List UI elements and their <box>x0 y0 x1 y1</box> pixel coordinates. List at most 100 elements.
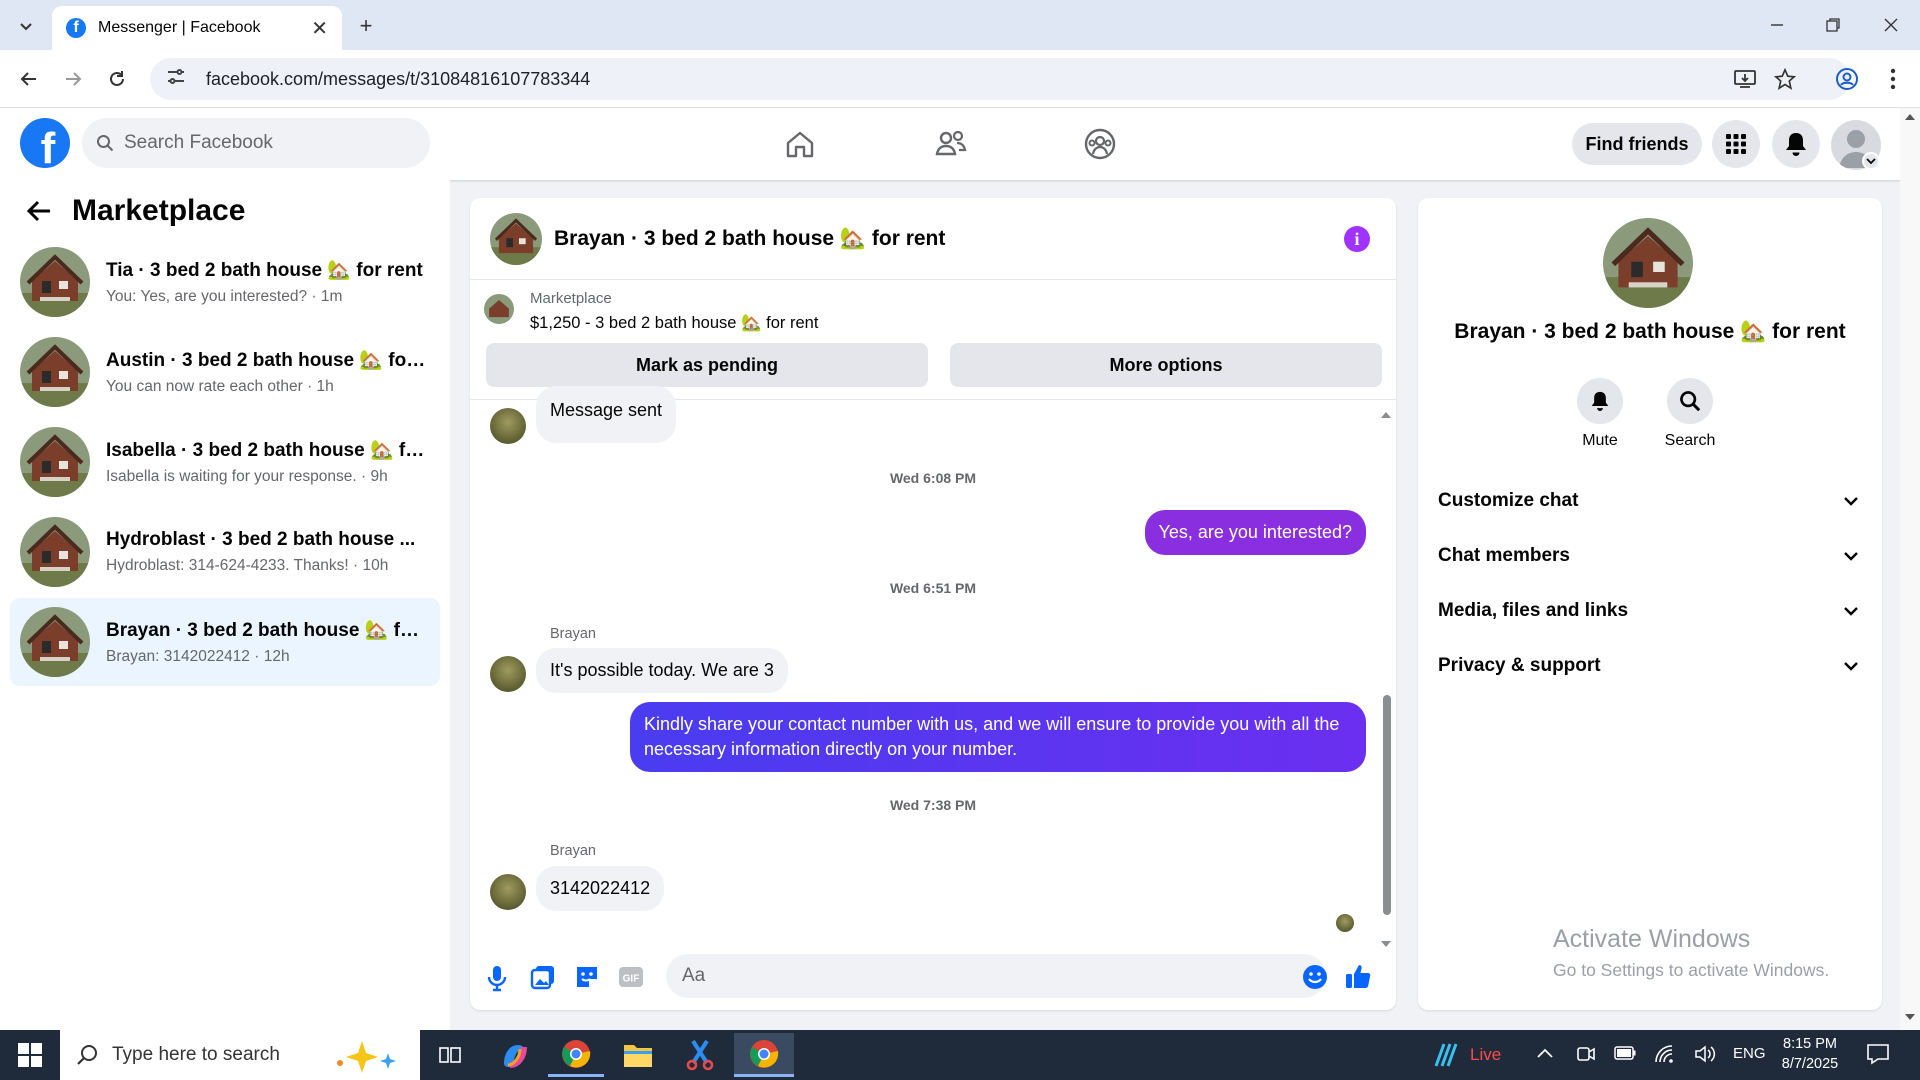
info-thumbnail[interactable] <box>1603 218 1693 308</box>
live-label: Live <box>1470 1045 1502 1064</box>
seen-receipt-avatar <box>1336 914 1354 932</box>
conversation-preview: Isabella is waiting for your response. ·… <box>106 468 388 485</box>
listing-thumbnail <box>20 517 90 587</box>
restore-icon[interactable] <box>1818 10 1848 40</box>
notification-center-icon[interactable] <box>1866 1042 1890 1071</box>
volume-icon[interactable] <box>1694 1044 1718 1069</box>
search-icon <box>76 1044 98 1066</box>
photo-icon[interactable] <box>530 964 556 995</box>
sender-name: Brayan <box>550 843 596 859</box>
conversation-item[interactable]: Tia · 3 bed 2 bath house 🏡 for rent You:… <box>10 238 440 326</box>
page-scrollbar[interactable] <box>1900 108 1920 1030</box>
chat-pane: Brayan · 3 bed 2 bath house 🏡 for rent i… <box>470 198 1396 1010</box>
conversation-name: Tia · 3 bed 2 bath house 🏡 for rent <box>106 260 423 281</box>
message-bubble-outgoing[interactable]: Yes, are you interested? <box>1144 510 1366 556</box>
message-bubble-incoming[interactable]: Message sent <box>536 386 677 444</box>
account-chevron-icon[interactable] <box>1862 152 1880 170</box>
listing-title[interactable]: $1,250 - 3 bed 2 bath house 🏡 for rent <box>530 314 818 333</box>
meet-now-icon[interactable] <box>1576 1044 1596 1069</box>
chat-title[interactable]: Brayan · 3 bed 2 bath house 🏡 for rent <box>554 227 945 251</box>
chrome-active-app-icon[interactable] <box>734 1033 794 1077</box>
address-bar[interactable]: facebook.com/messages/t/3108481610778334… <box>150 58 1850 100</box>
network-icon[interactable] <box>1654 1044 1676 1069</box>
back-arrow-icon[interactable] <box>26 199 52 223</box>
search-label[interactable]: Search <box>1650 432 1730 450</box>
weather-live-widget[interactable]: Live <box>1430 1040 1501 1070</box>
gif-icon[interactable]: GIF <box>618 966 644 993</box>
listing-thumbnail <box>20 247 90 317</box>
groups-icon[interactable] <box>1080 124 1120 164</box>
close-window-icon[interactable] <box>1876 10 1906 40</box>
watermark-subtitle: Go to Settings to activate Windows. <box>1553 960 1830 980</box>
chat-scrollbar-thumb[interactable] <box>1383 695 1391 915</box>
home-icon[interactable] <box>780 124 820 164</box>
sender-avatar[interactable] <box>490 874 526 910</box>
forward-icon[interactable] <box>58 64 88 94</box>
notifications-bell-icon[interactable] <box>1772 120 1820 168</box>
taskbar-clock[interactable]: 8:15 PM 8/7/2025 <box>1770 1034 1850 1074</box>
reload-icon[interactable] <box>102 64 132 94</box>
chat-header: Brayan · 3 bed 2 bath house 🏡 for rent <box>470 198 1396 280</box>
privacy-support-item[interactable]: Privacy & support <box>1438 644 1858 688</box>
conversation-item[interactable]: Hydroblast · 3 bed 2 bath house ... Hydr… <box>10 508 440 596</box>
conversation-item[interactable]: Austin · 3 bed 2 bath house 🏡 for... You… <box>10 328 440 416</box>
site-info-icon[interactable] <box>166 68 188 91</box>
back-icon[interactable] <box>14 64 44 94</box>
like-thumbs-up-icon[interactable] <box>1344 962 1372 995</box>
install-app-icon[interactable] <box>1730 64 1760 94</box>
windows-start-icon[interactable] <box>18 1043 42 1072</box>
battery-icon[interactable] <box>1614 1046 1636 1065</box>
more-options-button[interactable]: More options <box>950 343 1382 387</box>
chat-members-item[interactable]: Chat members <box>1438 534 1858 578</box>
friends-icon[interactable] <box>931 124 971 164</box>
sticker-icon[interactable] <box>574 964 600 995</box>
taskbar-search-box[interactable]: Type here to search <box>60 1030 420 1080</box>
close-tab-icon[interactable]: ✕ <box>311 16 328 41</box>
find-friends-button[interactable]: Find friends <box>1572 123 1702 165</box>
file-explorer-icon[interactable] <box>610 1033 666 1077</box>
emoji-icon[interactable] <box>1302 964 1328 995</box>
facebook-search-input[interactable]: Search Facebook <box>82 118 430 168</box>
chrome-app-icon[interactable] <box>548 1033 604 1077</box>
message-input-placeholder: Aa <box>682 965 706 986</box>
profile-icon[interactable] <box>1832 64 1862 94</box>
search-conversation-icon[interactable] <box>1667 378 1713 424</box>
marketplace-header: Marketplace <box>26 194 245 228</box>
chat-thumbnail[interactable] <box>490 212 542 265</box>
media-files-links-item[interactable]: Media, files and links <box>1438 589 1858 633</box>
message-input[interactable]: Aa <box>666 954 1326 998</box>
mute-bell-icon[interactable] <box>1577 378 1623 424</box>
chevron-down-icon <box>1844 490 1858 512</box>
message-bubble-incoming[interactable]: It's possible today. We are 3 <box>536 648 788 694</box>
menu-grid-icon[interactable] <box>1712 120 1760 168</box>
copilot-app-icon[interactable] <box>486 1033 542 1077</box>
task-view-icon[interactable] <box>422 1033 478 1077</box>
browser-menu-icon[interactable] <box>1878 64 1908 94</box>
bookmark-star-icon[interactable] <box>1770 64 1800 94</box>
chat-info-pane: Brayan · 3 bed 2 bath house 🏡 for rent M… <box>1418 198 1882 1010</box>
customize-chat-item[interactable]: Customize chat <box>1438 479 1858 523</box>
message-bubble-incoming[interactable]: 3142022412 <box>536 866 665 912</box>
minimize-icon[interactable] <box>1762 10 1792 40</box>
new-tab-icon[interactable]: + <box>352 12 380 40</box>
message-bubble-outgoing[interactable]: Kindly share your contact number with us… <box>630 702 1366 773</box>
conversation-name: Austin · 3 bed 2 bath house 🏡 for... <box>106 350 426 371</box>
tab-list-chevron-icon[interactable] <box>12 12 40 40</box>
tray-chevron-up-icon[interactable] <box>1536 1046 1554 1064</box>
conversation-item[interactable]: Isabella · 3 bed 2 bath house 🏡 fo... Is… <box>10 418 440 506</box>
browser-tab[interactable]: f Messenger | Facebook ✕ <box>52 6 342 50</box>
conversation-preview: You can now rate each other · 1h <box>106 378 334 395</box>
language-indicator[interactable]: ENG <box>1733 1045 1766 1062</box>
copilot-sparkle-icon <box>326 1037 406 1073</box>
info-icon[interactable]: i <box>1344 226 1370 252</box>
snipping-tool-icon[interactable] <box>672 1033 728 1077</box>
sender-avatar[interactable] <box>490 656 526 692</box>
facebook-logo-icon[interactable]: f <box>20 118 70 168</box>
svg-text:GIF: GIF <box>623 974 640 985</box>
sender-avatar[interactable] <box>490 408 526 444</box>
microphone-icon[interactable] <box>486 964 508 997</box>
mark-as-pending-button[interactable]: Mark as pending <box>486 343 928 387</box>
conversation-item-active[interactable]: Brayan · 3 bed 2 bath house 🏡 for... Bra… <box>10 598 440 686</box>
conversation-preview: You: Yes, are you interested? · 1m <box>106 288 343 305</box>
mute-label[interactable]: Mute <box>1560 432 1640 450</box>
